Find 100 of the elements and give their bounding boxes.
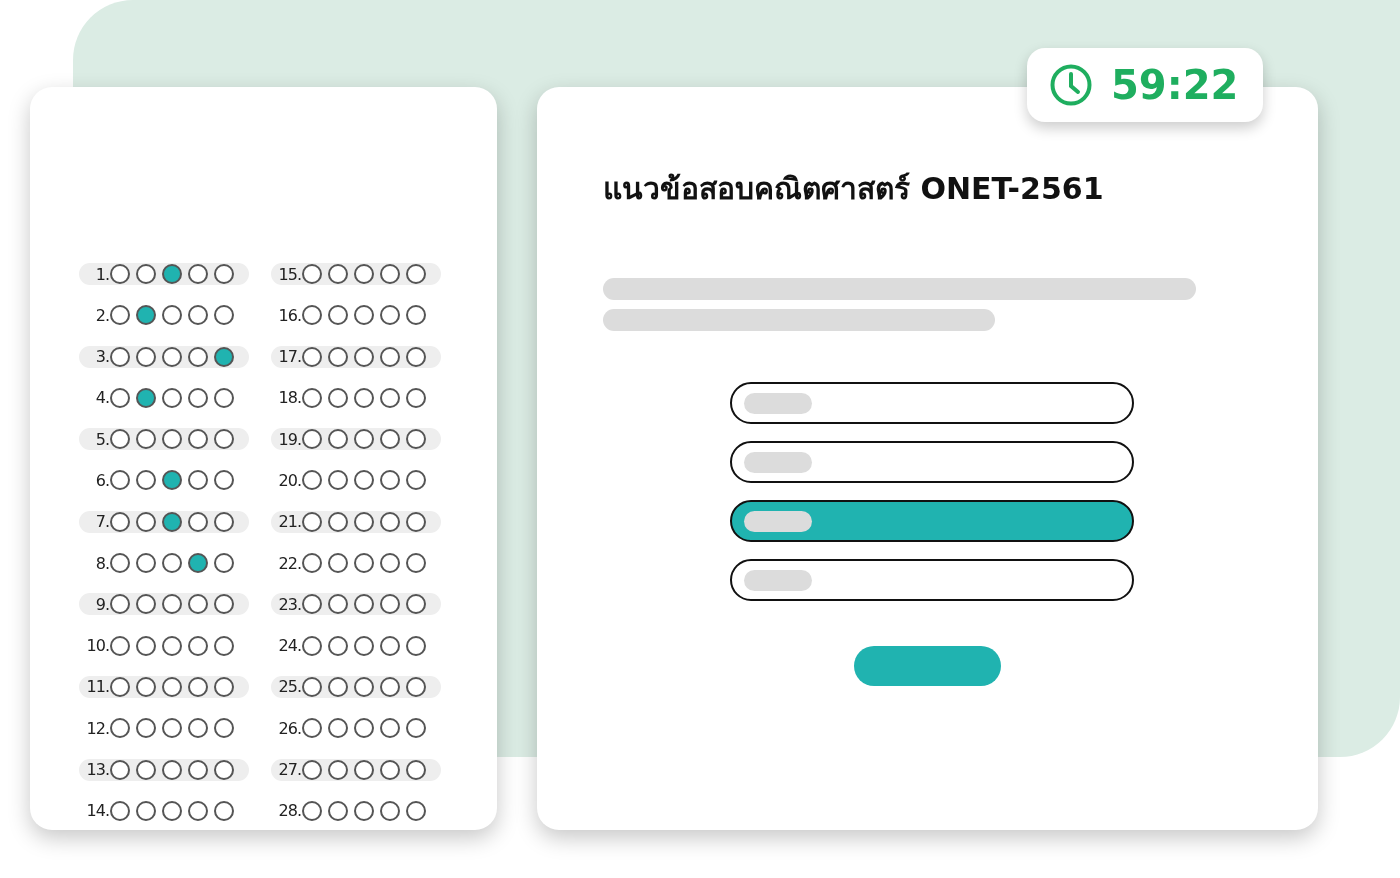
answer-bubble[interactable] xyxy=(136,387,156,408)
answer-bubble[interactable] xyxy=(380,676,400,697)
answer-bubble[interactable] xyxy=(406,264,426,284)
answer-bubble[interactable] xyxy=(136,346,156,367)
answer-bubble[interactable] xyxy=(354,759,374,780)
answer-bubble[interactable] xyxy=(162,594,182,615)
answer-bubble[interactable] xyxy=(136,429,156,450)
answer-bubble[interactable] xyxy=(188,676,208,697)
answer-bubble[interactable] xyxy=(302,553,322,574)
answer-bubble[interactable] xyxy=(110,511,130,532)
answer-bubble[interactable] xyxy=(214,800,234,821)
answer-bubble[interactable] xyxy=(354,594,374,615)
answer-option[interactable] xyxy=(730,441,1134,483)
answer-bubble[interactable] xyxy=(162,800,182,821)
answer-bubble[interactable] xyxy=(214,594,234,615)
answer-bubble[interactable] xyxy=(162,511,182,532)
answer-bubble[interactable] xyxy=(110,635,130,656)
answer-bubble[interactable] xyxy=(302,346,322,367)
answer-bubble[interactable] xyxy=(188,264,208,284)
answer-bubble[interactable] xyxy=(188,594,208,615)
answer-bubble[interactable] xyxy=(406,676,426,697)
answer-bubble[interactable] xyxy=(328,511,348,532)
answer-bubble[interactable] xyxy=(354,511,374,532)
answer-bubble[interactable] xyxy=(188,470,208,491)
answer-bubble[interactable] xyxy=(110,346,130,367)
answer-bubble[interactable] xyxy=(328,718,348,739)
answer-bubble[interactable] xyxy=(328,346,348,367)
answer-bubble[interactable] xyxy=(354,676,374,697)
answer-bubble[interactable] xyxy=(162,635,182,656)
answer-bubble[interactable] xyxy=(136,264,156,284)
answer-bubble[interactable] xyxy=(406,387,426,408)
answer-bubble[interactable] xyxy=(162,759,182,780)
answer-bubble[interactable] xyxy=(136,305,156,326)
answer-bubble[interactable] xyxy=(406,718,426,739)
answer-bubble[interactable] xyxy=(110,594,130,615)
answer-bubble[interactable] xyxy=(188,511,208,532)
answer-bubble[interactable] xyxy=(110,429,130,450)
answer-bubble[interactable] xyxy=(380,759,400,780)
answer-bubble[interactable] xyxy=(302,594,322,615)
answer-bubble[interactable] xyxy=(380,429,400,450)
answer-bubble[interactable] xyxy=(380,305,400,326)
answer-bubble[interactable] xyxy=(380,264,400,284)
answer-bubble[interactable] xyxy=(188,553,208,574)
answer-bubble[interactable] xyxy=(354,264,374,284)
answer-bubble[interactable] xyxy=(406,635,426,656)
answer-bubble[interactable] xyxy=(214,470,234,491)
answer-option[interactable] xyxy=(730,382,1134,424)
answer-bubble[interactable] xyxy=(136,800,156,821)
answer-bubble[interactable] xyxy=(328,429,348,450)
answer-bubble[interactable] xyxy=(214,635,234,656)
answer-bubble[interactable] xyxy=(214,264,234,284)
answer-bubble[interactable] xyxy=(380,800,400,821)
answer-bubble[interactable] xyxy=(162,387,182,408)
answer-bubble[interactable] xyxy=(302,429,322,450)
answer-bubble[interactable] xyxy=(188,387,208,408)
answer-bubble[interactable] xyxy=(302,305,322,326)
answer-option[interactable] xyxy=(730,559,1134,601)
answer-bubble[interactable] xyxy=(354,346,374,367)
answer-bubble[interactable] xyxy=(328,800,348,821)
answer-bubble[interactable] xyxy=(380,594,400,615)
answer-bubble[interactable] xyxy=(354,635,374,656)
answer-bubble[interactable] xyxy=(110,800,130,821)
answer-bubble[interactable] xyxy=(214,718,234,739)
answer-bubble[interactable] xyxy=(136,553,156,574)
answer-option[interactable] xyxy=(730,500,1134,542)
answer-bubble[interactable] xyxy=(354,429,374,450)
answer-bubble[interactable] xyxy=(380,470,400,491)
answer-bubble[interactable] xyxy=(406,470,426,491)
answer-bubble[interactable] xyxy=(136,594,156,615)
answer-bubble[interactable] xyxy=(380,635,400,656)
answer-bubble[interactable] xyxy=(302,676,322,697)
answer-bubble[interactable] xyxy=(302,759,322,780)
answer-bubble[interactable] xyxy=(328,387,348,408)
answer-bubble[interactable] xyxy=(354,718,374,739)
answer-bubble[interactable] xyxy=(406,800,426,821)
answer-bubble[interactable] xyxy=(162,718,182,739)
answer-bubble[interactable] xyxy=(380,553,400,574)
answer-bubble[interactable] xyxy=(188,759,208,780)
answer-bubble[interactable] xyxy=(214,553,234,574)
answer-bubble[interactable] xyxy=(110,759,130,780)
answer-bubble[interactable] xyxy=(328,594,348,615)
answer-bubble[interactable] xyxy=(328,264,348,284)
answer-bubble[interactable] xyxy=(188,346,208,367)
answer-bubble[interactable] xyxy=(328,470,348,491)
answer-bubble[interactable] xyxy=(354,553,374,574)
answer-bubble[interactable] xyxy=(354,470,374,491)
answer-bubble[interactable] xyxy=(406,594,426,615)
answer-bubble[interactable] xyxy=(354,305,374,326)
answer-bubble[interactable] xyxy=(110,264,130,284)
answer-bubble[interactable] xyxy=(406,429,426,450)
answer-bubble[interactable] xyxy=(328,635,348,656)
answer-bubble[interactable] xyxy=(302,718,322,739)
answer-bubble[interactable] xyxy=(110,718,130,739)
answer-bubble[interactable] xyxy=(188,429,208,450)
answer-bubble[interactable] xyxy=(328,553,348,574)
answer-bubble[interactable] xyxy=(406,759,426,780)
answer-bubble[interactable] xyxy=(136,759,156,780)
answer-bubble[interactable] xyxy=(354,387,374,408)
answer-bubble[interactable] xyxy=(136,511,156,532)
answer-bubble[interactable] xyxy=(188,718,208,739)
